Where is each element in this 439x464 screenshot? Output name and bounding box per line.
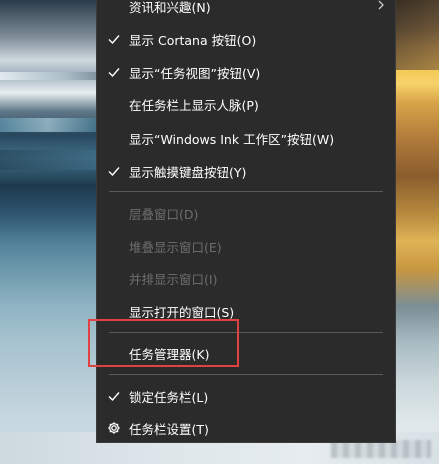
checkmark-icon (108, 392, 120, 402)
menu-item-lock-taskbar[interactable]: 锁定任务栏(L) (97, 384, 395, 408)
menu-item-label: 堆叠显示窗口(E) (129, 239, 222, 255)
menu-item-cascade-windows: 层叠窗口(D) (97, 201, 395, 225)
menu-item-stack-windows: 堆叠显示窗口(E) (97, 234, 395, 258)
gear-icon (108, 422, 120, 434)
menu-item-label: 层叠窗口(D) (129, 206, 199, 222)
menu-item-label: 在任务栏上显示人脉(P) (129, 97, 259, 113)
menu-item-show-touch-keyboard[interactable]: 显示触摸键盘按钮(Y) (97, 159, 395, 183)
menu-item-news-and-interests[interactable]: 资讯和兴趣(N) (97, 0, 395, 18)
checkmark-icon (108, 167, 120, 177)
menu-item-label: 显示“任务视图”按钮(V) (129, 65, 261, 81)
menu-separator (109, 191, 383, 192)
menu-item-label: 并排显示窗口(I) (129, 271, 218, 287)
menu-separator (109, 374, 383, 375)
wallpaper-left (0, 0, 96, 464)
menu-item-label: 任务栏设置(T) (129, 421, 209, 437)
menu-item-label: 资讯和兴趣(N) (129, 0, 211, 15)
wallpaper-wave (0, 118, 96, 132)
highlight-annotation-box (88, 319, 239, 367)
checkmark-icon (108, 35, 120, 45)
wallpaper-rock (396, 0, 439, 70)
menu-item-label: 显示打开的窗口(S) (129, 304, 235, 320)
wallpaper-wave (0, 150, 96, 170)
menu-item-label: 显示 Cortana 按钮(O) (129, 32, 257, 48)
wallpaper-wave (0, 72, 96, 80)
menu-item-show-task-view-button[interactable]: 显示“任务视图”按钮(V) (97, 60, 395, 84)
menu-item-side-by-side-windows: 并排显示窗口(I) (97, 266, 395, 290)
menu-item-show-people[interactable]: 在任务栏上显示人脉(P) (97, 92, 395, 116)
menu-item-label: 显示“Windows Ink 工作区”按钮(W) (129, 131, 335, 147)
checkmark-icon (108, 68, 120, 78)
menu-item-show-windows-ink[interactable]: 显示“Windows Ink 工作区”按钮(W) (97, 126, 395, 150)
menu-item-show-cortana-button[interactable]: 显示 Cortana 按钮(O) (97, 27, 395, 51)
menu-item-label: 显示触摸键盘按钮(Y) (129, 164, 247, 180)
chevron-right-icon (378, 0, 384, 10)
menu-item-label: 锁定任务栏(L) (129, 389, 209, 405)
menu-item-taskbar-settings[interactable]: 任务栏设置(T) (97, 416, 395, 440)
taskbar-context-menu: 资讯和兴趣(N) 显示 Cortana 按钮(O) 显示“任务视图”按钮(V) … (96, 0, 396, 443)
